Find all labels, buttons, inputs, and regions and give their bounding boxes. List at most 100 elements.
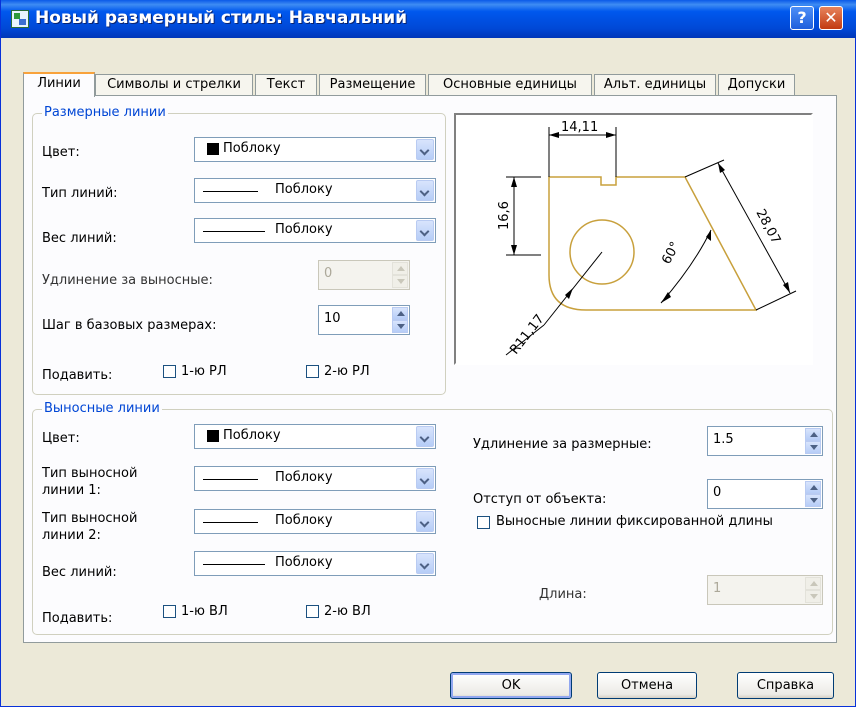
suppress-ext1-label: 1-ю ВЛ <box>181 604 228 619</box>
close-button[interactable]: ✕ <box>819 6 843 30</box>
dim-color-value: Поблоку <box>223 141 281 156</box>
dim-lines-legend: Размерные линии <box>42 105 168 120</box>
chevron-down-icon[interactable] <box>416 468 434 489</box>
spin-up-icon[interactable] <box>805 428 821 441</box>
suppress-dim1-checkbox[interactable] <box>163 365 176 378</box>
length-label: Длина: <box>539 587 587 602</box>
spin-up-icon[interactable] <box>805 577 821 590</box>
dim-lineweight-select[interactable]: Поблоку <box>194 218 436 243</box>
dim-baseline-value: 10 <box>324 311 341 326</box>
length-value: 1 <box>713 581 722 596</box>
ext-suppress-label: Подавить: <box>42 611 113 626</box>
line-sample <box>203 479 258 480</box>
suppress-dim2-label: 2-ю РЛ <box>324 364 370 379</box>
part-outline <box>548 176 758 311</box>
suppress-ext2-checkbox[interactable] <box>306 605 319 618</box>
spin-down-icon[interactable] <box>392 275 408 288</box>
ext-offset-value: 0 <box>713 485 722 500</box>
preview-dim-right: 28,07 <box>752 207 783 247</box>
dim-line-right <box>717 162 791 294</box>
ok-button[interactable]: OK <box>450 672 572 699</box>
fixed-length-checkbox[interactable] <box>477 516 490 529</box>
length-input[interactable]: 1 <box>707 575 823 605</box>
tab-text[interactable]: Текст <box>255 74 317 96</box>
window-title: Новый размерный стиль: Навчальний <box>35 8 408 28</box>
suppress-dim2-checkbox[interactable] <box>306 365 319 378</box>
spin-down-icon[interactable] <box>805 494 821 507</box>
help-title-button[interactable]: ? <box>790 6 814 30</box>
dim-color-select[interactable]: Поблоку <box>194 137 436 162</box>
ext-offset-label: Отступ от объекта: <box>473 492 607 507</box>
suppress-ext1-checkbox[interactable] <box>163 605 176 618</box>
dim-baseline-input[interactable]: 10 <box>318 305 410 335</box>
dim-lineweight-value: Поблоку <box>275 222 333 237</box>
color-swatch <box>207 143 219 155</box>
chevron-down-icon[interactable] <box>416 511 434 532</box>
line-sample <box>203 191 258 192</box>
line-sample <box>203 564 265 565</box>
spin-up-icon[interactable] <box>392 262 408 275</box>
line-sample <box>203 522 258 523</box>
ext-color-select[interactable]: Поблоку <box>194 424 436 449</box>
dim-baseline-label: Шаг в базовых размерах: <box>42 318 217 333</box>
cancel-button[interactable]: Отмена <box>597 672 697 699</box>
dialog-window: Новый размерный стиль: Навчальний ? ✕ Ли… <box>0 0 856 707</box>
tab-fit[interactable]: Размещение <box>319 74 426 96</box>
dimension-preview-drawing: 14,11 16,6 28,07 60° R11,17 <box>497 120 797 358</box>
ext-offset-input[interactable]: 0 <box>707 479 823 509</box>
chevron-down-icon[interactable] <box>416 220 434 241</box>
ext-extend-beyond-label: Удлинение за размерные: <box>473 437 652 452</box>
suppress-dim1-label: 1-ю РЛ <box>181 364 227 379</box>
dim-lineweight-label: Вес линий: <box>42 231 117 246</box>
spin-down-icon[interactable] <box>392 320 408 333</box>
ext-linetype1-value: Поблоку <box>275 470 333 485</box>
chevron-down-icon[interactable] <box>416 139 434 160</box>
ext-color-value: Поблоку <box>223 428 281 443</box>
spin-up-icon[interactable] <box>392 307 408 320</box>
ext-linetype2-select[interactable]: Поблоку <box>194 509 436 534</box>
preview-dim-radius: R11,17 <box>507 312 547 358</box>
fixed-length-label: Выносные линии фиксированной длины <box>496 514 773 529</box>
preview-pane: 14,11 16,6 28,07 60° R11,17 <box>454 113 813 365</box>
ext-extend-beyond-input[interactable]: 1.5 <box>707 426 823 456</box>
ext-lineweight-label: Вес линий: <box>42 565 117 580</box>
radius-leader <box>543 251 603 326</box>
ext-linetype1-select[interactable]: Поблоку <box>194 466 436 491</box>
tab-tolerances[interactable]: Допуски <box>718 74 795 96</box>
ext-linetype2-value: Поблоку <box>275 513 333 528</box>
chevron-down-icon[interactable] <box>416 180 434 201</box>
preview-dim-angle: 60° <box>659 239 683 266</box>
chevron-down-icon[interactable] <box>416 553 434 574</box>
tab-alternate-units[interactable]: Альт. единицы <box>594 74 716 96</box>
spin-down-icon[interactable] <box>805 441 821 454</box>
ext-linetype1-label-a: Тип выносной <box>42 466 138 481</box>
ext-lineweight-select[interactable]: Поблоку <box>194 551 436 576</box>
dim-extend-input[interactable]: 0 <box>318 260 410 290</box>
ext-lineweight-value: Поблоку <box>275 555 333 570</box>
ext-line <box>755 290 797 311</box>
dim-linetype-value: Поблоку <box>275 182 333 197</box>
dim-color-label: Цвет: <box>42 145 80 160</box>
chevron-down-icon[interactable] <box>416 426 434 447</box>
ext-color-label: Цвет: <box>42 431 80 446</box>
tab-primary-units[interactable]: Основные единицы <box>428 74 592 96</box>
ext-line <box>684 159 725 178</box>
dim-linetype-label: Тип линий: <box>42 186 118 201</box>
ext-linetype2-label-b: линии 2: <box>42 528 101 543</box>
title-bar[interactable]: Новый размерный стиль: Навчальний ? ✕ <box>1 0 856 38</box>
app-icon <box>11 10 29 28</box>
suppress-ext2-label: 2-ю ВЛ <box>324 604 371 619</box>
dim-extend-value: 0 <box>324 266 333 281</box>
help-button[interactable]: Справка <box>737 672 834 699</box>
preview-dim-left: 16,6 <box>497 201 512 230</box>
tab-lines[interactable]: Линии <box>23 72 95 97</box>
tab-symbols-arrows[interactable]: Символы и стрелки <box>95 74 253 96</box>
ext-linetype1-label-b: линии 1: <box>42 483 101 498</box>
spin-up-icon[interactable] <box>805 481 821 494</box>
dim-linetype-select[interactable]: Поблоку <box>194 178 436 203</box>
spin-down-icon[interactable] <box>805 590 821 603</box>
dim-extend-label: Удлинение за выносные: <box>42 273 213 288</box>
ext-extend-beyond-value: 1.5 <box>713 432 734 447</box>
ext-linetype2-label-a: Тип выносной <box>42 511 138 526</box>
color-swatch <box>207 430 219 442</box>
